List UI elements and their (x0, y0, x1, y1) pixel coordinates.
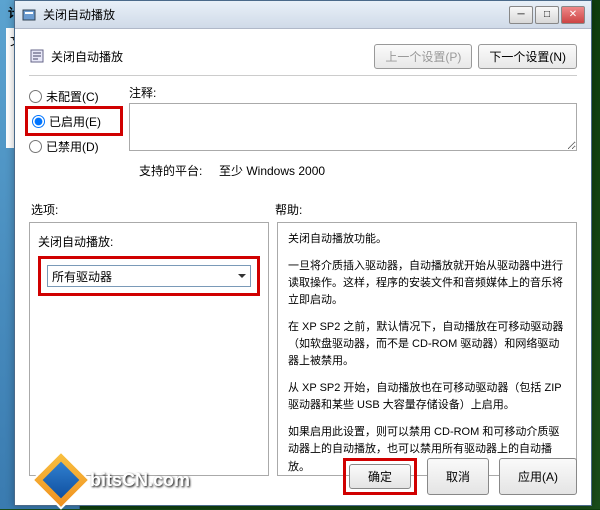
window-controls: ─ □ ✕ (509, 6, 585, 24)
prev-setting-button[interactable]: 上一个设置(P) (374, 44, 472, 69)
titlebar-title: 关闭自动播放 (43, 6, 509, 23)
drives-dropdown[interactable]: 所有驱动器 (47, 265, 251, 287)
radio-disabled[interactable]: 已禁用(D) (29, 134, 119, 158)
lower-panels: 关闭自动播放: 所有驱动器 关闭自动播放功能。 一旦将介质插入驱动器，自动播放就… (29, 222, 577, 476)
platform-value: 至少 Windows 2000 (219, 162, 325, 179)
dialog-footer: 确定 取消 应用(A) (343, 458, 577, 495)
help-p1: 关闭自动播放功能。 (288, 231, 566, 248)
highlight-enabled: 已启用(E) (25, 106, 123, 136)
help-p3: 在 XP SP2 之前，默认情况下，自动播放在可移动驱动器（如软盘驱动器，而不是… (288, 319, 566, 370)
nav-buttons: 上一个设置(P) 下一个设置(N) (374, 44, 577, 69)
header-title: 关闭自动播放 (51, 48, 374, 65)
help-label: 帮助: (275, 201, 302, 218)
option-group-label: 关闭自动播放: (38, 233, 260, 250)
maximize-button[interactable]: □ (535, 6, 559, 24)
options-label: 选项: (29, 201, 275, 218)
help-panel[interactable]: 关闭自动播放功能。 一旦将介质插入驱动器，自动播放就开始从驱动器中进行读取操作。… (277, 222, 577, 476)
radio-unconfigured-input[interactable] (29, 90, 42, 103)
highlight-ok: 确定 (343, 458, 417, 495)
chevron-down-icon (238, 274, 246, 278)
highlight-dropdown: 所有驱动器 (38, 256, 260, 296)
radio-unconfigured[interactable]: 未配置(C) (29, 84, 119, 108)
dropdown-value: 所有驱动器 (52, 268, 112, 285)
radio-disabled-input[interactable] (29, 140, 42, 153)
titlebar: 关闭自动播放 ─ □ ✕ (15, 1, 591, 29)
radio-enabled-input[interactable] (32, 115, 45, 128)
platform-label: 支持的平台: (139, 162, 219, 179)
platform-row: 支持的平台: 至少 Windows 2000 (139, 162, 577, 179)
close-button[interactable]: ✕ (561, 6, 585, 24)
header-row: 关闭自动播放 上一个设置(P) 下一个设置(N) (29, 39, 577, 73)
options-panel: 关闭自动播放: 所有驱动器 (29, 222, 269, 476)
policy-icon (29, 48, 45, 64)
logo-icon (31, 450, 90, 509)
minimize-button[interactable]: ─ (509, 6, 533, 24)
radio-disabled-label: 已禁用(D) (46, 138, 99, 155)
comment-column: 注释: 支持的平台: 至少 Windows 2000 (129, 84, 577, 179)
next-setting-button[interactable]: 下一个设置(N) (478, 44, 577, 69)
dialog-content: 关闭自动播放 上一个设置(P) 下一个设置(N) 未配置(C) 已启用(E) (15, 29, 591, 486)
watermark: bitsCN.com (40, 459, 190, 501)
radio-enabled[interactable]: 已启用(E) (32, 109, 116, 133)
radio-unconfigured-label: 未配置(C) (46, 88, 99, 105)
dialog-icon (21, 7, 37, 23)
radio-column: 未配置(C) 已启用(E) 已禁用(D) (29, 84, 119, 179)
help-p4: 从 XP SP2 开始，自动播放也在可移动驱动器（包括 ZIP 驱动器和某些 U… (288, 380, 566, 414)
comment-textarea[interactable] (129, 103, 577, 151)
apply-button[interactable]: 应用(A) (499, 458, 577, 495)
cancel-button[interactable]: 取消 (427, 458, 489, 495)
help-p2: 一旦将介质插入驱动器，自动播放就开始从驱动器中进行读取操作。这样，程序的安装文件… (288, 258, 566, 309)
watermark-text: bitsCN.com (90, 470, 190, 491)
ok-button[interactable]: 确定 (349, 464, 411, 489)
section-labels: 选项: 帮助: (29, 201, 577, 218)
config-area: 未配置(C) 已启用(E) 已禁用(D) 注释: 支持的平台: (29, 84, 577, 179)
radio-enabled-label: 已启用(E) (49, 113, 101, 130)
divider (29, 75, 577, 76)
settings-dialog: 关闭自动播放 ─ □ ✕ 关闭自动播放 上一个设置(P) 下一个设置(N) 未配… (14, 0, 592, 506)
comment-label: 注释: (129, 84, 577, 101)
